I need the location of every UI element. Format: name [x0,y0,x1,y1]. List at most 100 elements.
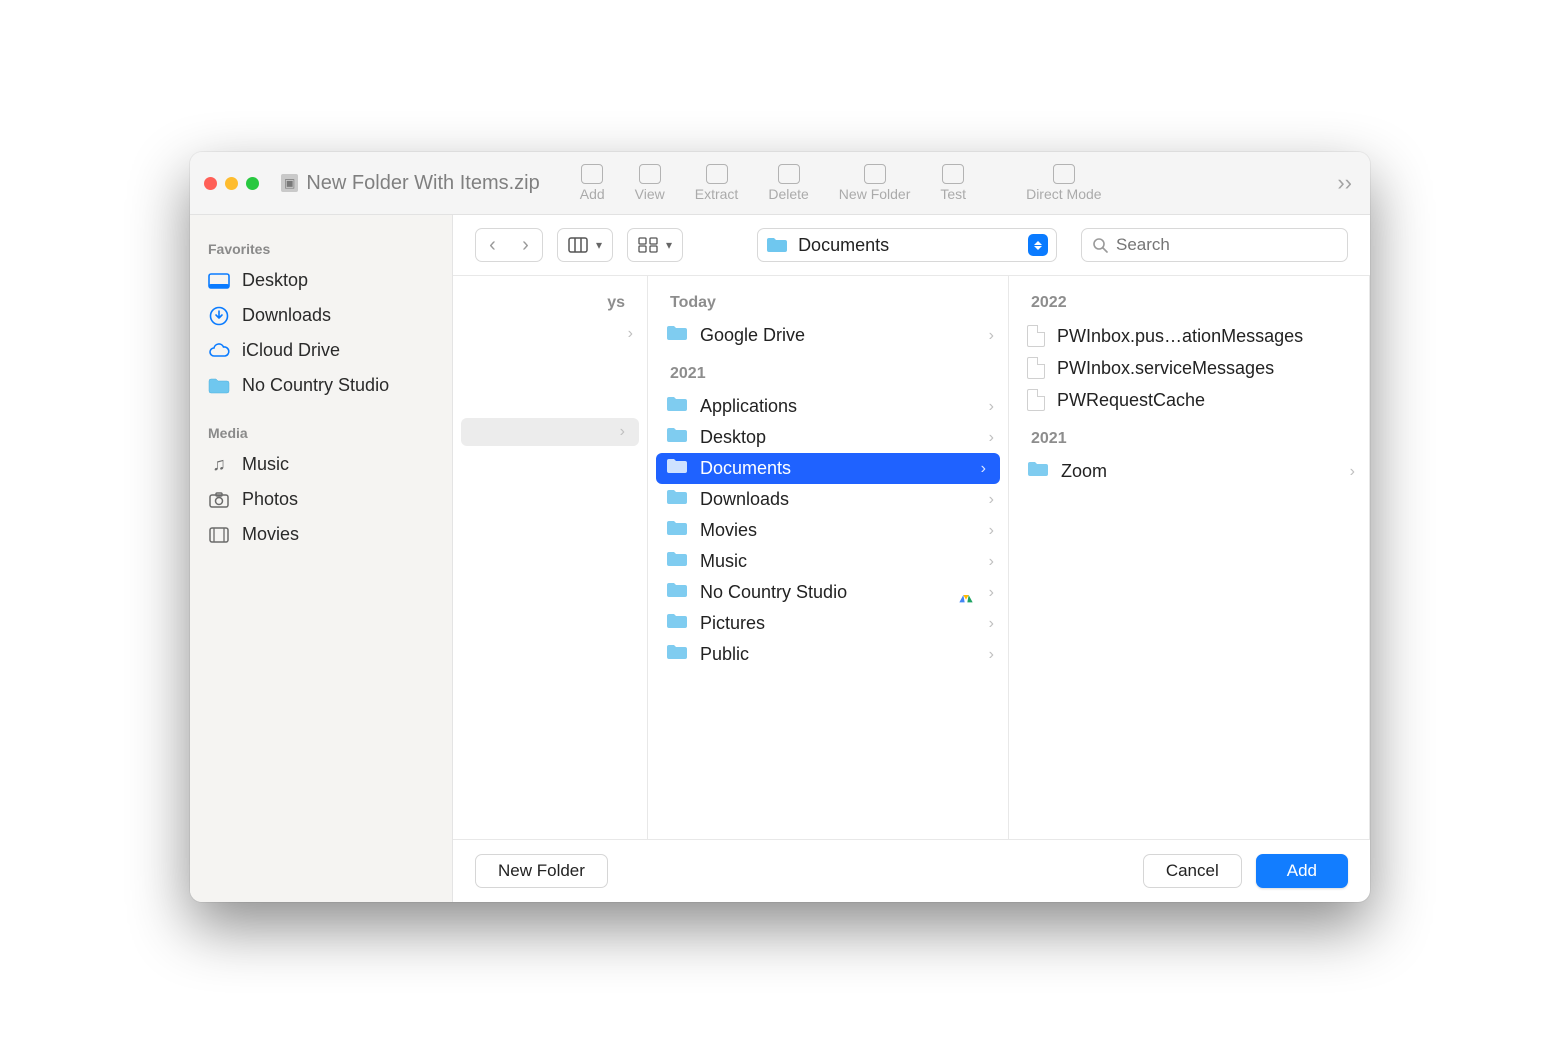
chevron-right-icon: › [989,646,994,664]
list-item[interactable]: PWRequestCache [1009,384,1369,416]
folder-icon [666,427,688,448]
browser-column-2[interactable]: 2022PWInbox.pus…ationMessagesPWInbox.ser… [1009,276,1370,839]
test-icon [942,164,964,184]
sidebar-item-label: iCloud Drive [242,340,340,361]
sidebar-item-music[interactable]: ♫ Music [190,447,452,482]
group-by-button[interactable]: ▾ [627,228,683,262]
overflow-button[interactable]: ›› [1337,170,1356,196]
new-folder-icon [864,164,886,184]
list-item-label: No Country Studio [700,582,847,603]
folder-icon [666,613,688,634]
sheet-footer: New Folder Cancel Add [453,840,1370,902]
list-item-label: Movies [700,520,757,541]
column-group-header: 2022 [1009,280,1369,320]
view-columns-button[interactable]: ▾ [557,228,613,262]
list-item-label: PWRequestCache [1057,390,1205,411]
toolbar-test-button[interactable]: Test [940,164,966,202]
sidebar: Favorites Desktop Downloads iCloud Drive [190,215,453,902]
location-popup-button[interactable]: Documents [757,228,1057,262]
chevron-right-icon: › [981,460,986,478]
list-item[interactable]: PWInbox.serviceMessages [1009,352,1369,384]
search-field[interactable] [1081,228,1348,262]
list-item[interactable]: Documents› [656,453,1000,484]
list-item-label: Applications [700,396,797,417]
toolbar-add-button[interactable]: Add [580,164,605,202]
photos-icon [208,491,230,509]
folder-icon [666,325,688,346]
sidebar-item-label: No Country Studio [242,375,389,396]
list-item[interactable]: No Country Studio› [648,577,1008,608]
toolbar-direct-mode-button[interactable]: Direct Mode [1026,164,1101,202]
extract-icon [706,164,728,184]
toolbar-view-button[interactable]: View [635,164,665,202]
list-item[interactable]: Desktop› [648,422,1008,453]
search-icon [1092,237,1108,253]
cancel-button[interactable]: Cancel [1143,854,1242,888]
folder-icon [766,237,788,253]
column-group-header: Today [648,280,1008,320]
list-item[interactable]: Pictures› [648,608,1008,639]
list-item[interactable]: Public› [648,639,1008,670]
sidebar-item-no-country-studio[interactable]: No Country Studio [190,368,452,403]
chevron-right-icon: › [1350,463,1355,481]
list-item[interactable]: › [453,320,647,348]
folder-icon [666,644,688,665]
list-item-label: Google Drive [700,325,805,346]
window-title-label: New Folder With Items.zip [306,172,539,195]
open-file-sheet: Favorites Desktop Downloads iCloud Drive [190,214,1370,902]
downloads-icon [208,307,230,325]
chevron-down-icon: ▾ [666,238,672,252]
list-item[interactable]: Music› [648,546,1008,577]
toolbar-extract-button[interactable]: Extract [695,164,739,202]
folder-icon [666,582,688,603]
columns-icon [568,237,588,253]
new-folder-button[interactable]: New Folder [475,854,608,888]
file-icon [1027,325,1045,347]
sidebar-media-header: Media [190,417,452,447]
close-window-button[interactable] [204,177,217,190]
chevron-right-icon: › [628,325,633,343]
sidebar-favorites-header: Favorites [190,233,452,263]
desktop-icon [208,272,230,290]
toolbar-delete-button[interactable]: Delete [768,164,808,202]
sidebar-item-desktop[interactable]: Desktop [190,263,452,298]
folder-icon [666,520,688,541]
add-icon [581,164,603,184]
column-browser: ys › › TodayGoogle Drive›2021Application… [453,275,1370,840]
sidebar-item-icloud[interactable]: iCloud Drive [190,333,452,368]
toolbar-new-folder-button[interactable]: New Folder [839,164,911,202]
column-group-header: 2021 [648,351,1008,391]
window-title: ▣ New Folder With Items.zip [281,172,540,195]
browser-column-0[interactable]: ys › › [453,276,648,839]
sidebar-item-label: Music [242,454,289,475]
add-button[interactable]: Add [1256,854,1348,888]
forward-button[interactable]: › [522,234,529,257]
folder-icon [666,551,688,572]
list-item[interactable]: Applications › [648,391,1008,422]
sidebar-item-movies[interactable]: Movies [190,517,452,552]
sidebar-item-photos[interactable]: Photos [190,482,452,517]
search-input[interactable] [1116,235,1337,255]
movies-icon [208,526,230,544]
zoom-window-button[interactable] [246,177,259,190]
back-button[interactable]: ‹ [489,234,496,257]
column-group-header: ys [453,280,647,320]
list-item[interactable]: Google Drive› [648,320,1008,351]
minimize-window-button[interactable] [225,177,238,190]
chevron-right-icon: › [989,522,994,540]
list-item-label: Zoom [1061,461,1107,482]
folder-icon [1027,461,1049,482]
sidebar-item-downloads[interactable]: Downloads [190,298,452,333]
list-item[interactable]: Downloads› [648,484,1008,515]
list-item-label: Music [700,551,747,572]
list-item[interactable]: PWInbox.pus…ationMessages [1009,320,1369,352]
view-icon [639,164,661,184]
sidebar-item-label: Photos [242,489,298,510]
folder-icon [208,377,230,395]
list-item[interactable]: Movies › [648,515,1008,546]
browser-column-1[interactable]: TodayGoogle Drive›2021Applications›Deskt… [648,276,1009,839]
list-item[interactable]: › [461,418,639,446]
list-item[interactable]: Zoom › [1009,456,1369,487]
file-icon [1027,357,1045,379]
chevron-right-icon: › [989,398,994,416]
